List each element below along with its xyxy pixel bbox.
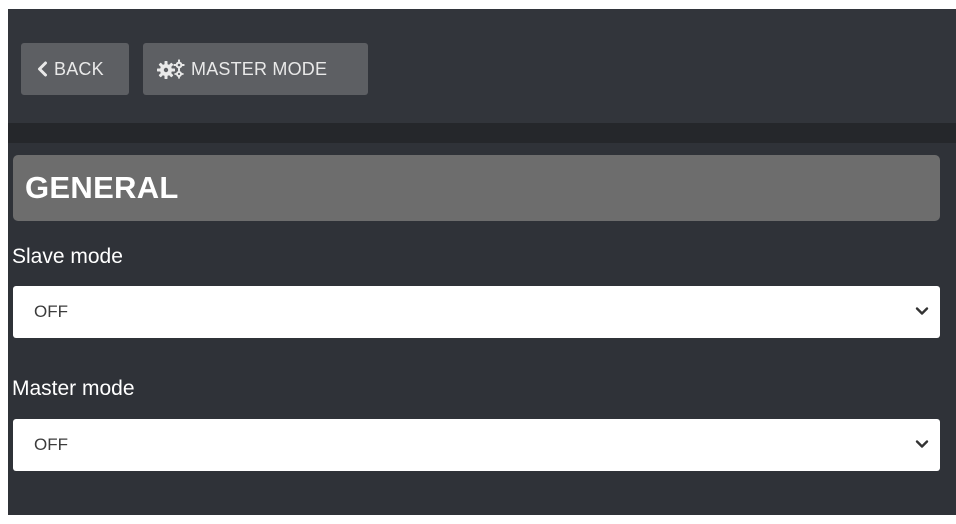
- back-button[interactable]: BACK: [21, 43, 129, 95]
- section-header-general: GENERAL: [13, 155, 940, 221]
- master-mode-button[interactable]: MASTER MODE: [143, 43, 368, 95]
- master-mode-selected-value: OFF: [34, 435, 68, 454]
- slave-mode-select[interactable]: OFF: [13, 286, 940, 338]
- back-button-label: BACK: [54, 58, 104, 79]
- chevron-down-icon: [915, 307, 929, 315]
- chevron-left-icon: [36, 61, 48, 77]
- gears-icon: [157, 59, 185, 79]
- section-title: GENERAL: [25, 170, 179, 205]
- master-mode-label: Master mode: [12, 377, 135, 400]
- master-mode-button-label: MASTER MODE: [191, 58, 328, 79]
- master-mode-select[interactable]: OFF: [13, 419, 940, 471]
- slave-mode-selected-value: OFF: [34, 302, 68, 321]
- slave-mode-label: Slave mode: [12, 245, 123, 268]
- toolbar-divider: [8, 123, 956, 143]
- chevron-down-icon: [915, 440, 929, 448]
- toolbar: BACK MASTER MODE: [8, 9, 956, 123]
